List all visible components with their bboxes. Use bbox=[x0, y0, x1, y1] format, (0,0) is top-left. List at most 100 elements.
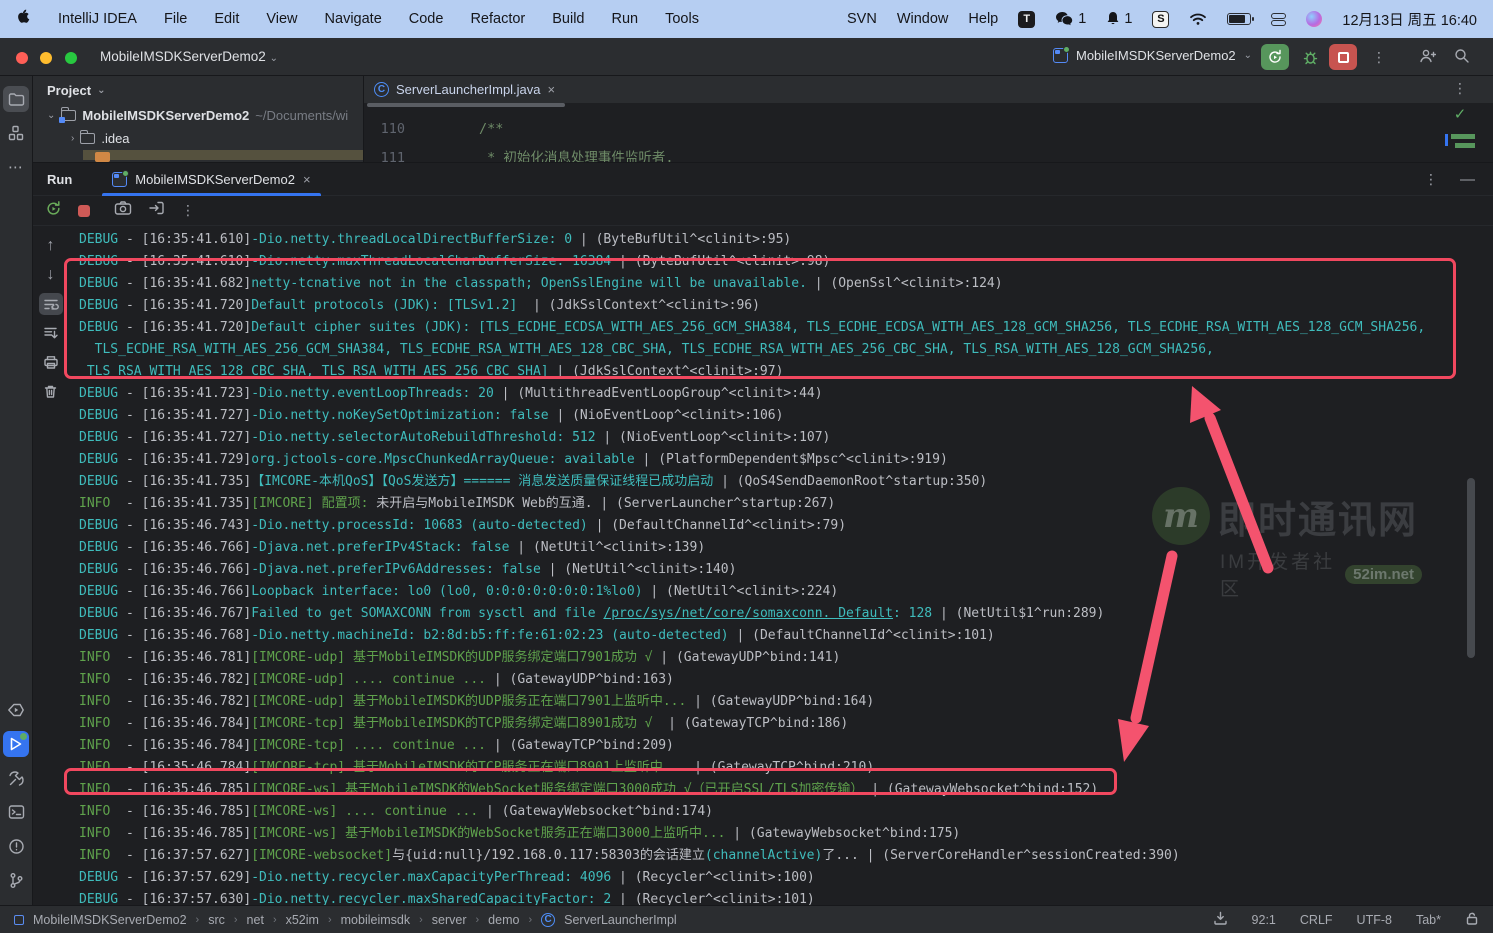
menu-item-run[interactable]: Run bbox=[612, 11, 639, 27]
folder-icon bbox=[80, 133, 95, 144]
run-tab[interactable]: MobileIMSDKServerDemo2 × bbox=[102, 163, 320, 196]
battery-icon[interactable] bbox=[1227, 13, 1251, 25]
breadcrumb-item-mobileimsdkserverdemo2[interactable]: MobileIMSDKServerDemo2 bbox=[33, 913, 187, 927]
run-options-icon[interactable]: ⋮ bbox=[1424, 171, 1438, 188]
prev-occurrence-icon[interactable]: ↑ bbox=[39, 235, 63, 257]
menu-item-help[interactable]: Help bbox=[968, 11, 998, 27]
breadcrumb-item-serverlauncherimpl[interactable]: ServerLauncherImpl bbox=[564, 913, 677, 927]
debug-button[interactable] bbox=[1296, 44, 1324, 70]
editor-options-icon[interactable]: ⋮ bbox=[1445, 80, 1475, 97]
close-window-button[interactable] bbox=[16, 52, 28, 64]
structure-tool-icon[interactable] bbox=[3, 120, 29, 146]
java-class-icon: C bbox=[374, 82, 389, 97]
import-test-result-icon[interactable] bbox=[148, 200, 165, 221]
build-tool-icon[interactable] bbox=[3, 765, 29, 791]
project-panel-header[interactable]: Project⌄ bbox=[33, 76, 363, 104]
hide-panel-icon[interactable]: — bbox=[1460, 171, 1475, 188]
console-segment: - [16:35:46.767] bbox=[118, 606, 251, 621]
project-tool-icon[interactable] bbox=[3, 86, 29, 112]
breadcrumb-item-server[interactable]: server bbox=[432, 913, 467, 927]
add-user-icon[interactable] bbox=[1418, 47, 1436, 70]
console-segment: [IMCORE-udp] 基于MobileIMSDK的UDP服务绑定端口7901… bbox=[251, 650, 652, 665]
tree-root-row[interactable]: ⌄ MobileIMSDKServerDemo2 ~/Documents/wi bbox=[33, 104, 363, 127]
run-tab-icon bbox=[112, 172, 127, 187]
menubar-clock[interactable]: 12月13日 周五 16:40 bbox=[1342, 9, 1477, 30]
caret-position[interactable]: 92:1 bbox=[1252, 913, 1276, 927]
console-segment: | (NetUtil^<clinit>:140) bbox=[541, 562, 737, 577]
terminal-tool-icon[interactable] bbox=[3, 799, 29, 825]
code-viewport[interactable]: 107110/**111 * 初始化消息处理事件监听者. bbox=[364, 107, 1493, 162]
menu-item-intellij-idea[interactable]: IntelliJ IDEA bbox=[58, 11, 137, 27]
console-line: INFO - [16:35:46.782][IMCORE-udp] 基于Mobi… bbox=[79, 691, 1493, 713]
rerun-button[interactable] bbox=[1261, 44, 1289, 70]
tray-app-t-icon[interactable]: T bbox=[1018, 11, 1035, 28]
menu-item-tools[interactable]: Tools bbox=[665, 11, 699, 27]
lock-icon[interactable] bbox=[1465, 911, 1479, 929]
screenshot-icon[interactable] bbox=[114, 200, 132, 221]
menu-item-view[interactable]: View bbox=[266, 11, 297, 27]
menu-item-navigate[interactable]: Navigate bbox=[325, 11, 382, 27]
run-config-selector[interactable]: MobileIMSDKServerDemo2 ⌄ bbox=[1053, 48, 1252, 63]
watermark-badge: 52im.net bbox=[1345, 565, 1422, 584]
run-toolbar: ⋮ bbox=[33, 196, 1493, 226]
zoom-window-button[interactable] bbox=[65, 52, 77, 64]
wifi-icon[interactable] bbox=[1189, 12, 1207, 26]
control-center-icon[interactable] bbox=[1271, 12, 1286, 27]
breadcrumb-item-mobileimsdk[interactable]: mobileimsdk bbox=[341, 913, 410, 927]
next-occurrence-icon[interactable]: ↓ bbox=[39, 264, 63, 286]
chevron-right-icon[interactable]: › bbox=[71, 133, 74, 144]
wechat-icon[interactable]: 1 bbox=[1055, 11, 1086, 27]
soft-wrap-icon[interactable] bbox=[39, 293, 63, 315]
indent-style[interactable]: Tab* bbox=[1416, 913, 1441, 927]
console-segment: 未开启与MobileIMSDK Web的互通. bbox=[376, 496, 592, 511]
close-icon[interactable]: × bbox=[548, 82, 556, 97]
more-tools-icon[interactable]: ⋯ bbox=[3, 154, 29, 180]
git-tool-icon[interactable] bbox=[3, 867, 29, 893]
console-v-scrollbar[interactable] bbox=[1467, 478, 1475, 658]
tray-app-s-icon[interactable]: S bbox=[1152, 11, 1169, 28]
more-actions-icon[interactable]: ⋮ bbox=[1372, 49, 1386, 66]
file-encoding[interactable]: UTF-8 bbox=[1357, 913, 1392, 927]
menu-item-file[interactable]: File bbox=[164, 11, 187, 27]
console-segment: | (ServerLauncher^startup:267) bbox=[593, 496, 836, 511]
menu-item-edit[interactable]: Edit bbox=[214, 11, 239, 27]
print-icon[interactable] bbox=[39, 351, 63, 373]
stop-process-icon[interactable] bbox=[78, 205, 90, 217]
menu-item-code[interactable]: Code bbox=[409, 11, 444, 27]
breadcrumb-item-x52im[interactable]: x52im bbox=[286, 913, 319, 927]
download-icon[interactable] bbox=[1213, 911, 1228, 928]
run-tool-icon[interactable] bbox=[3, 731, 29, 757]
inspection-widget[interactable]: ⋮ ✓ bbox=[1445, 80, 1475, 155]
line-separator[interactable]: CRLF bbox=[1300, 913, 1333, 927]
close-icon[interactable]: × bbox=[303, 172, 311, 187]
toolbar-more-icon[interactable]: ⋮ bbox=[181, 202, 195, 219]
search-everywhere-icon[interactable] bbox=[1453, 47, 1470, 69]
run-panel-title[interactable]: Run bbox=[47, 172, 72, 187]
tab-serverlauncherimpl[interactable]: C ServerLauncherImpl.java × bbox=[364, 76, 567, 103]
tree-partial-row[interactable] bbox=[83, 150, 364, 160]
services-tool-icon[interactable] bbox=[3, 697, 29, 723]
console-line: INFO - [16:35:46.782][IMCORE-udp] .... c… bbox=[79, 669, 1493, 691]
console-link[interactable]: /proc/sys/net/core/somaxconn. Default bbox=[603, 606, 893, 621]
apple-icon[interactable] bbox=[16, 8, 31, 30]
stop-button[interactable] bbox=[1329, 44, 1357, 70]
scroll-to-end-icon[interactable] bbox=[39, 322, 63, 344]
minimize-window-button[interactable] bbox=[40, 52, 52, 64]
menu-item-svn[interactable]: SVN bbox=[847, 11, 877, 27]
breadcrumb-item-src[interactable]: src bbox=[208, 913, 225, 927]
clear-console-icon[interactable] bbox=[39, 380, 63, 402]
window-title[interactable]: MobileIMSDKServerDemo2 ⌄ bbox=[100, 49, 278, 64]
console-segment: - [16:35:41.729] bbox=[118, 452, 251, 467]
problems-tool-icon[interactable] bbox=[3, 833, 29, 859]
console-segment: [IMCORE-tcp] 基于MobileIMSDK的TCP服务绑定端口8901… bbox=[251, 716, 660, 731]
siri-icon[interactable] bbox=[1306, 11, 1322, 27]
chevron-down-icon[interactable]: ⌄ bbox=[47, 110, 55, 121]
notification-bell-icon[interactable]: 1 bbox=[1106, 11, 1132, 27]
tree-idea-row[interactable]: › .idea bbox=[33, 127, 363, 150]
menu-item-window[interactable]: Window bbox=[897, 11, 949, 27]
breadcrumb-item-demo[interactable]: demo bbox=[488, 913, 519, 927]
menu-item-refactor[interactable]: Refactor bbox=[470, 11, 525, 27]
menu-item-build[interactable]: Build bbox=[552, 11, 584, 27]
breadcrumb-item-net[interactable]: net bbox=[247, 913, 264, 927]
rerun-icon[interactable] bbox=[45, 200, 62, 222]
